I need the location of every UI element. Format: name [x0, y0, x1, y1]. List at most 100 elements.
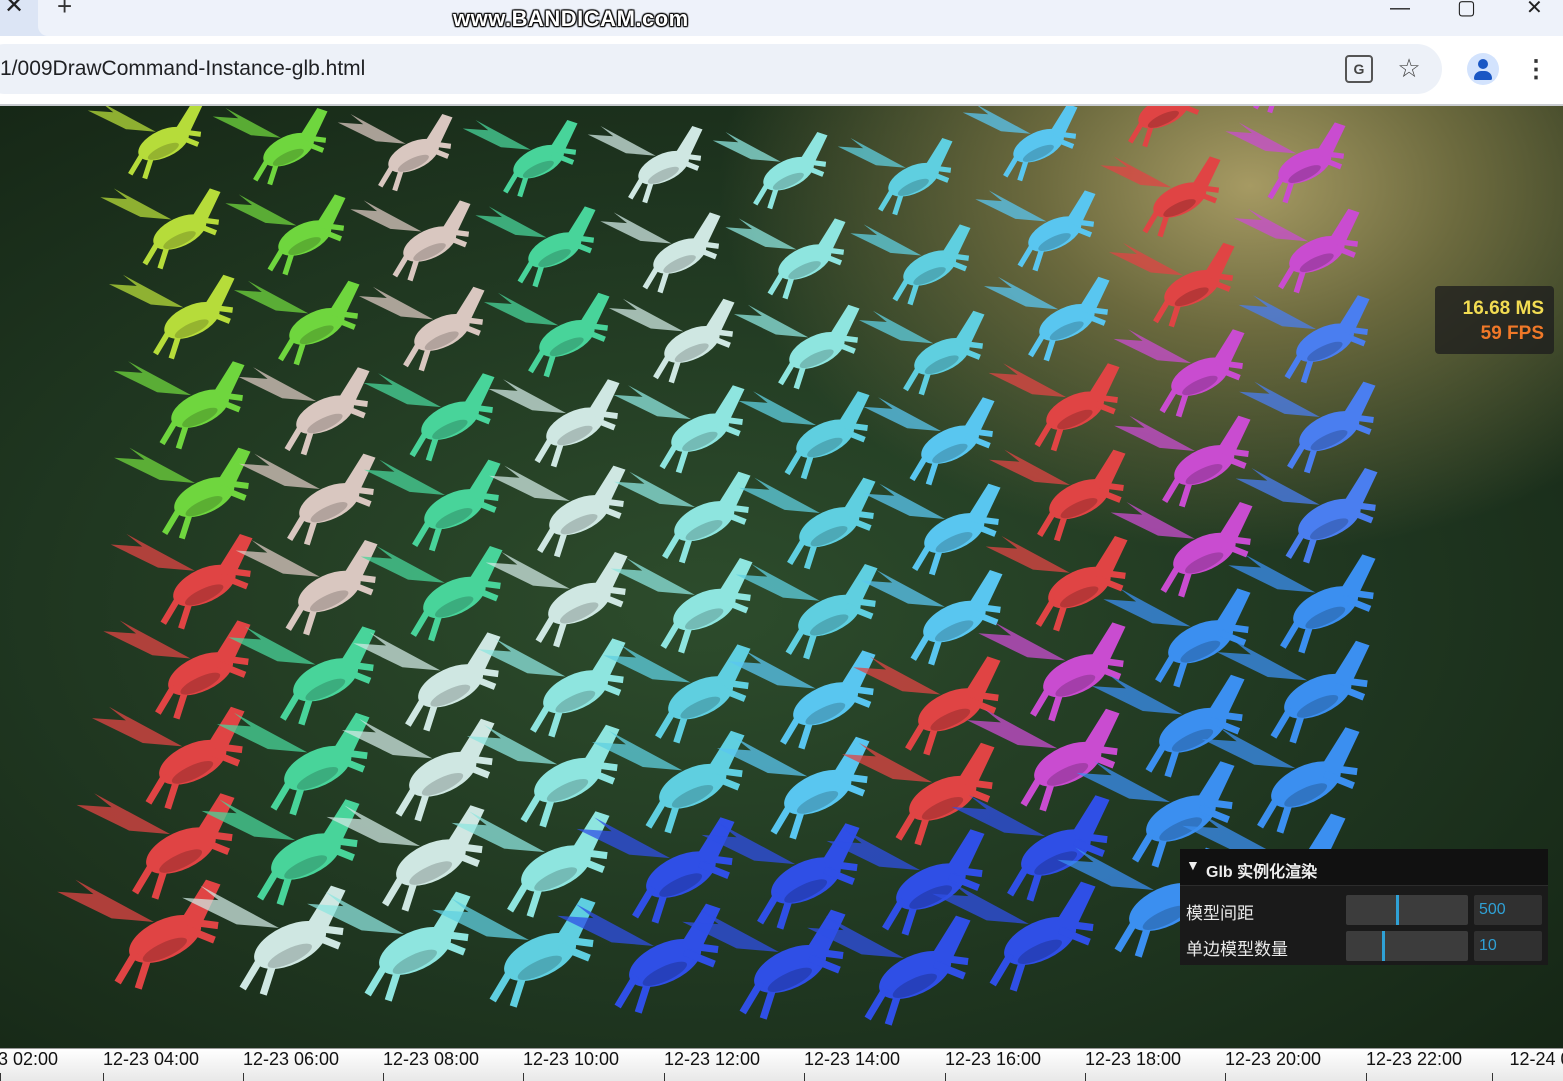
browser-menu-icon[interactable]: ⋮ — [1524, 54, 1548, 84]
pegasus-model — [978, 622, 1126, 722]
pegasus-model — [1216, 640, 1370, 744]
pegasus-model — [603, 644, 751, 744]
pegasus-model — [1228, 554, 1376, 654]
pegasus-model — [238, 367, 370, 456]
minimize-button[interactable]: — — [1390, 0, 1410, 18]
profile-avatar-icon[interactable] — [1467, 53, 1499, 85]
pegasus-model — [466, 724, 620, 828]
pegasus-model — [1113, 329, 1245, 418]
chevron-down-icon[interactable]: ▼ — [1186, 857, 1200, 873]
pegasus-model — [728, 650, 876, 750]
pegasus-model — [591, 730, 745, 834]
model-spacing-input[interactable]: 500 — [1474, 895, 1542, 925]
active-tab[interactable] — [38, 0, 1563, 36]
timeline-tick-label: 12-23 18:00 — [1084, 1049, 1182, 1069]
pegasus-model — [841, 742, 995, 846]
timeline-tick-label: 12-23 14:00 — [803, 1049, 901, 1069]
model-count-slider[interactable] — [1346, 931, 1468, 961]
pegasus-model — [363, 373, 495, 462]
pegasus-model — [103, 620, 251, 720]
new-tab-button[interactable]: + — [57, 0, 72, 19]
pegasus-model — [1239, 381, 1376, 474]
pegasus-model — [485, 552, 628, 648]
pegasus-model — [966, 708, 1120, 812]
pegasus-model — [1091, 674, 1245, 778]
pegasus-model — [462, 120, 578, 198]
url-text[interactable]: 1/009DrawCommand-Instance-glb.html — [0, 57, 365, 81]
recording-watermark: www.BANDICAM.com — [453, 6, 689, 31]
pegasus-model — [225, 194, 346, 276]
tab-bar: ✕ + www.BANDICAM.com — ▢ ✕ — [0, 0, 1563, 36]
pegasus-model — [739, 477, 876, 570]
pegasus-model — [239, 453, 376, 546]
pegasus-model — [489, 465, 626, 558]
model-count-label: 单边模型数量 — [1186, 940, 1288, 959]
pegasus-model — [989, 449, 1126, 542]
gui-folder-header[interactable]: ▼ Glb 实例化渲染 — [1180, 849, 1548, 886]
pegasus-model — [350, 200, 471, 282]
pegasus-model — [108, 274, 235, 360]
model-spacing-slider[interactable] — [1346, 895, 1468, 925]
timeline[interactable]: 3 02:00 12-23 04:00 12-23 06:00 12-23 08:00… — [0, 1048, 1563, 1081]
timeline-tick-label: 12-23 16:00 — [944, 1049, 1042, 1069]
model-count-input[interactable]: 10 — [1474, 931, 1542, 961]
model-count-slider-knob[interactable] — [1382, 931, 1385, 961]
performance-display: 16.68 MS 59 FPS — [1435, 286, 1554, 354]
gui-panel: ▼ Glb 实例化渲染 模型间距 500 单边模型数量 10 — [1180, 849, 1548, 965]
pegasus-model — [863, 397, 995, 486]
gui-folder-title: Glb 实例化渲染 — [1206, 864, 1318, 881]
pegasus-model — [1225, 122, 1346, 204]
pegasus-model — [614, 471, 751, 564]
pegasus-model — [716, 736, 870, 840]
close-tab-icon[interactable]: ✕ — [4, 0, 24, 18]
pegasus-model — [1114, 415, 1251, 508]
address-bar[interactable]: 1/009DrawCommand-Instance-glb.html — [0, 44, 1442, 94]
timeline-tick-label: 12-24 0 — [1509, 1049, 1563, 1069]
pegasus-model — [1108, 242, 1235, 328]
pegasus-model — [962, 106, 1078, 182]
pegasus-model — [608, 298, 735, 384]
frame-time: 16.68 MS — [1462, 298, 1544, 319]
pegasus-model — [587, 126, 703, 204]
timeline-tick-label: 12-23 06:00 — [242, 1049, 340, 1069]
bookmark-star-icon[interactable]: ☆ — [1394, 53, 1424, 83]
pegasus-model — [212, 108, 328, 186]
pegasus-model — [57, 879, 221, 990]
pegasus-model — [983, 276, 1110, 362]
gui-row-model-spacing: 模型间距 500 — [1180, 891, 1548, 925]
browser-toolbar: 1/009DrawCommand-Instance-glb.html — [0, 36, 1563, 104]
pegasus-model — [988, 363, 1120, 452]
timeline-tick-label: 12-23 20:00 — [1224, 1049, 1322, 1069]
pegasus-model — [837, 138, 953, 216]
pegasus-model — [975, 190, 1096, 272]
pegasus-model — [233, 280, 360, 366]
model-spacing-slider-knob[interactable] — [1396, 895, 1399, 925]
timeline-tick-label: 12-23 22:00 — [1365, 1049, 1463, 1069]
pegasus-model — [610, 558, 753, 654]
pegasus-model — [1238, 295, 1370, 384]
model-spacing-label: 模型间距 — [1186, 904, 1254, 923]
pegasus-model — [850, 224, 971, 306]
pegasus-model — [364, 459, 501, 552]
pegasus-model — [725, 218, 846, 300]
pegasus-model — [712, 132, 828, 210]
pegasus-model — [488, 379, 620, 468]
close-window-button[interactable]: ✕ — [1526, 0, 1543, 18]
frame-rate: 59 FPS — [1480, 323, 1544, 344]
pegasus-model — [114, 447, 251, 540]
pegasus-model — [100, 188, 221, 270]
pegasus-model — [235, 540, 378, 636]
gui-row-model-count: 单边模型数量 10 — [1180, 927, 1548, 961]
pegasus-model — [228, 626, 376, 726]
pegasus-model — [110, 534, 253, 630]
pegasus-model — [1253, 106, 1275, 114]
pegasus-model — [353, 632, 501, 732]
pegasus-model — [475, 206, 596, 288]
pegasus-model — [1100, 156, 1221, 238]
translate-icon[interactable]: G — [1345, 55, 1373, 83]
pegasus-model — [360, 546, 503, 642]
maximize-button[interactable]: ▢ — [1457, 0, 1476, 18]
pegasus-model — [985, 536, 1128, 632]
pegasus-model — [613, 385, 745, 474]
pegasus-model — [1128, 106, 1200, 148]
